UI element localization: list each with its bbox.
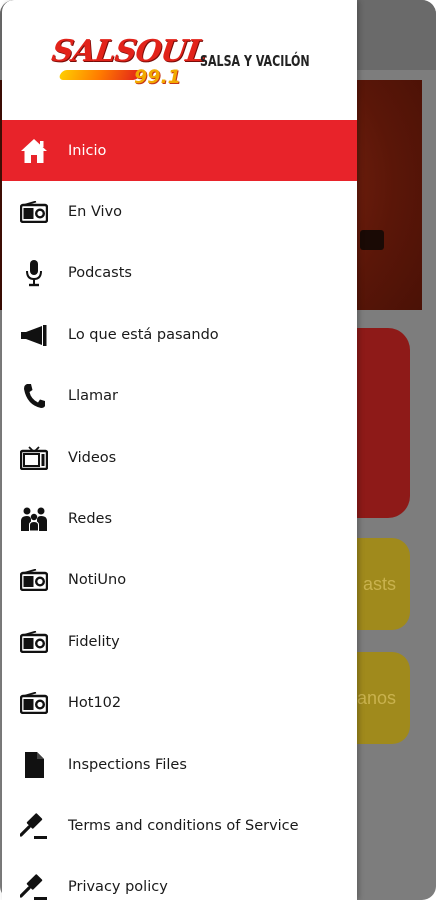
menu-item-label: Hot102: [68, 695, 122, 712]
menu-item-label: Inspections Files: [68, 756, 187, 773]
tv-icon: [19, 443, 49, 473]
menu-item-fidelity[interactable]: Fidelity: [2, 611, 357, 672]
background-card-label: asts: [362, 574, 396, 594]
menu-item-lo-que-esta-pasando[interactable]: Lo que está pasando: [2, 304, 357, 365]
megaphone-icon: [19, 320, 49, 350]
logo-flame: [58, 70, 142, 80]
menu-item-label: Terms and conditions of Service: [68, 817, 299, 834]
menu-item-label: NotiUno: [68, 572, 127, 589]
menu-item-label: Privacy policy: [68, 879, 168, 896]
menu-item-hot102[interactable]: Hot102: [2, 673, 357, 734]
menu-item-notiuno[interactable]: NotiUno: [2, 550, 357, 611]
users-icon: [19, 504, 49, 534]
brand-logo: SALSOUL 99.1 SALSA Y VACILÓN: [49, 30, 322, 100]
radio-icon: [19, 627, 49, 657]
menu-item-en-vivo[interactable]: En Vivo: [2, 181, 357, 242]
menu-item-label: Videos: [68, 449, 117, 466]
microphone-icon: [19, 258, 49, 288]
menu-item-label: Podcasts: [68, 265, 132, 282]
radio-icon: [19, 688, 49, 718]
phone-icon: [19, 381, 49, 411]
menu-item-podcasts[interactable]: Podcasts: [2, 243, 357, 304]
menu-item-label: En Vivo: [68, 204, 123, 221]
gavel-icon: [19, 872, 49, 900]
background-card-label: anos: [356, 688, 396, 708]
menu-item-inicio[interactable]: Inicio: [2, 120, 357, 182]
navigation-drawer: SALSOUL 99.1 SALSA Y VACILÓN Inicio En V…: [2, 0, 357, 900]
menu-item-inspections-files[interactable]: Inspections Files: [2, 734, 357, 795]
menu-item-llamar[interactable]: Llamar: [2, 366, 357, 427]
radio-icon: [19, 565, 49, 595]
menu-item-label: Inicio: [68, 142, 107, 159]
menu-item-redes[interactable]: Redes: [2, 488, 357, 549]
file-icon: [19, 750, 49, 780]
logo-tagline: SALSA Y VACILÓN: [200, 52, 310, 70]
menu-item-label: Redes: [68, 511, 113, 528]
menu-item-videos[interactable]: Videos: [2, 427, 357, 488]
gavel-icon: [19, 811, 49, 841]
drawer-menu: Inicio En Vivo Podcasts Lo que está pasa…: [2, 120, 357, 900]
background-hero-shape: [360, 230, 384, 250]
menu-item-terms[interactable]: Terms and conditions of Service: [2, 795, 357, 856]
menu-item-label: Lo que está pasando: [68, 326, 219, 343]
logo-wordmark: SALSOUL: [49, 34, 209, 69]
radio-icon: [19, 197, 49, 227]
menu-item-privacy-policy[interactable]: Privacy policy: [2, 857, 357, 900]
logo-frequency: 99.1: [134, 66, 181, 88]
home-icon: [19, 136, 49, 166]
menu-item-label: Llamar: [68, 388, 118, 405]
menu-item-label: Fidelity: [68, 633, 120, 650]
